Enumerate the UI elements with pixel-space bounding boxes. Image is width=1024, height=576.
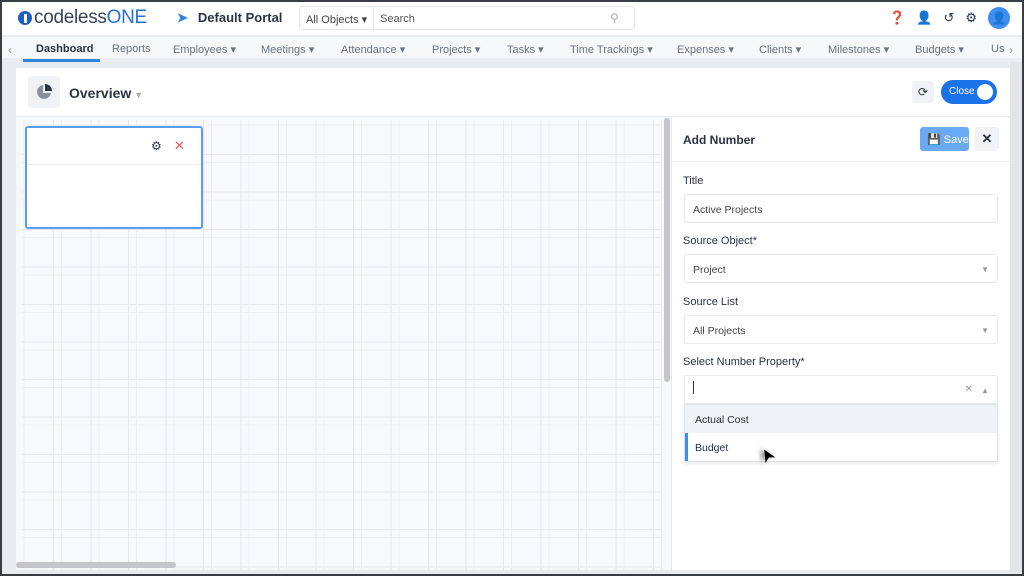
search-scope-select[interactable]: All Objects ▾ [300,7,374,29]
top-header: codelessONE ➤ Default Portal All Objects … [0,0,1024,36]
logo-mark-icon [18,11,32,25]
add-number-panel: Add Number 💾 Save ✕ Title Active Project… [671,118,1010,570]
header-actions: ❓ 👤 ↺ ⚙ 👤 [889,7,1010,29]
canvas-vertical-scrollbar[interactable] [664,118,670,382]
portal-name: Default Portal [197,10,283,25]
tab-meetings[interactable]: Meetings ▾ [261,43,314,56]
nav-scroll-left-icon[interactable]: ‹ [8,43,12,57]
tab-employees[interactable]: Employees ▾ [173,43,236,56]
settings-icon[interactable]: ⚙ [965,10,977,26]
number-property-label: Select Number Property* [683,356,805,368]
source-list-label: Source List [683,296,739,308]
nav-scroll-right-icon[interactable]: › [1009,43,1013,57]
tab-tasks[interactable]: Tasks ▾ [507,43,544,56]
delete-widget-icon[interactable]: ✕ [174,138,185,154]
edit-mode-toggle[interactable]: Close [941,80,997,104]
number-property-dropdown: Actual Cost Budget [684,404,998,462]
main-nav: ‹ Dashboard Reports Employees ▾ Meetings… [0,37,1024,62]
text-caret [693,381,694,394]
chevron-down-icon: ▼ [981,326,989,335]
gear-icon[interactable]: ⚙ [151,139,162,153]
source-object-label: Source Object* [683,235,757,247]
dashboard-title[interactable]: Overview ▼ [69,85,143,101]
avatar[interactable]: 👤 [988,7,1010,29]
page-scrollbar-track[interactable] [1010,62,1022,572]
tab-budgets[interactable]: Budgets ▾ [915,43,964,56]
tab-milestones[interactable]: Milestones ▾ [828,43,889,56]
search-icon[interactable]: ⚲ [610,7,634,29]
option-actual-cost[interactable]: Actual Cost [685,405,997,433]
source-list-select[interactable]: All Projects ▼ [684,315,998,344]
tab-clients[interactable]: Clients ▾ [759,43,801,56]
pie-chart-icon [28,76,60,108]
active-tab-indicator [23,59,100,62]
save-icon: 💾 [927,134,941,146]
tab-users[interactable]: Us [991,43,1005,55]
title-input[interactable]: Active Projects [684,194,998,223]
tab-dashboard[interactable]: Dashboard [36,43,93,55]
dashboard-toolbar: Overview ▼ ⟳ Close [16,68,1010,117]
number-property-select[interactable]: ✕ ▲ [684,375,998,404]
logo-text: codelessONE [34,7,147,28]
global-search: All Objects ▾ Search ⚲ [299,6,635,30]
tab-expenses[interactable]: Expenses ▾ [677,43,734,56]
app-logo[interactable]: codelessONE [18,7,147,29]
tab-attendance[interactable]: Attendance ▾ [341,43,405,56]
clear-icon[interactable]: ✕ [965,384,973,395]
refresh-button[interactable]: ⟳ [912,81,934,103]
chevron-down-icon: ▼ [134,90,144,100]
chevron-down-icon: ▼ [981,265,989,274]
tab-reports[interactable]: Reports [112,43,151,55]
close-panel-button[interactable]: ✕ [975,127,999,151]
history-icon[interactable]: ↺ [943,10,954,26]
help-icon[interactable]: ❓ [889,10,905,26]
paper-plane-icon: ➤ [177,10,188,25]
tab-time-trackings[interactable]: Time Trackings ▾ [570,43,653,56]
panel-title: Add Number [683,133,755,147]
canvas-horizontal-scrollbar[interactable] [16,562,176,568]
chevron-up-icon[interactable]: ▲ [981,386,989,395]
tab-projects[interactable]: Projects ▾ [432,43,480,56]
number-widget-placeholder[interactable]: ⚙ ✕ [25,126,203,229]
portal-switcher[interactable]: ➤ Default Portal [177,10,282,26]
option-budget[interactable]: Budget [685,433,997,461]
source-object-select[interactable]: Project ▼ [684,254,998,283]
title-label: Title [683,175,704,187]
search-input[interactable]: Search [374,7,610,29]
save-button[interactable]: 💾 Save [920,127,969,151]
add-user-icon[interactable]: 👤 [916,10,932,26]
